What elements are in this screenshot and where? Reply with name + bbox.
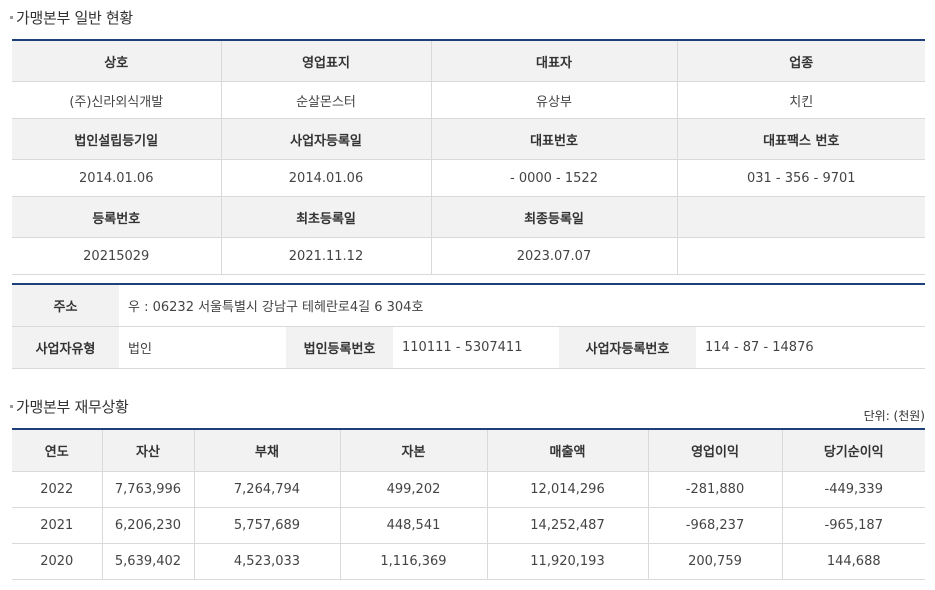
general-value-cell: - 0000 - 1522 — [431, 159, 678, 197]
finance-cell: 4,523,033 — [194, 543, 341, 580]
finance-title-text: 가맹본부 재무상황 — [16, 398, 129, 416]
business-number-label: 사업자등록번호 — [559, 326, 696, 369]
finance-header-cell: 연도 — [12, 429, 103, 472]
business-type-label: 사업자유형 — [12, 326, 119, 369]
finance-cell: 7,763,996 — [102, 471, 195, 508]
general-header-row: 법인설립등기일 사업자등록일 대표번호 대표팩스 번호 — [12, 118, 925, 160]
finance-cell: 200,759 — [648, 543, 783, 580]
corp-number-value: 110111 - 5307411 — [393, 326, 559, 369]
finance-header-cell: 당기순이익 — [782, 429, 925, 472]
general-section-title: 가맹본부 일반 현황 — [10, 7, 133, 28]
general-header-row: 등록번호 최초등록일 최종등록일 — [12, 196, 925, 238]
finance-cell: 11,920,193 — [487, 543, 649, 580]
general-info-table: 상호 영업표지 대표자 업종 (주)신라외식개발 순살몬스터 유상부 치킨 법인설립등기일 사업자… — [12, 39, 925, 275]
general-header-row: 상호 영업표지 대표자 업종 — [12, 40, 925, 82]
general-header-cell: 사업자등록일 — [221, 118, 432, 160]
finance-header-cell: 매출액 — [487, 429, 649, 472]
business-number-value: 114 - 87 - 14876 — [696, 326, 926, 369]
general-value-cell: 2021.11.12 — [221, 237, 432, 275]
general-value-cell: 2023.07.07 — [431, 237, 678, 275]
finance-cell: -449,339 — [782, 471, 925, 508]
general-value-row: 20215029 2021.11.12 2023.07.07 — [12, 237, 925, 275]
general-value-cell: 031 - 356 - 9701 — [677, 159, 925, 197]
finance-cell: 7,264,794 — [194, 471, 341, 508]
corp-number-label: 법인등록번호 — [286, 326, 393, 369]
finance-header-cell: 영업이익 — [648, 429, 783, 472]
general-header-cell — [677, 196, 925, 238]
finance-header-cell: 부채 — [194, 429, 341, 472]
finance-cell: 2021 — [12, 507, 103, 544]
finance-cell: 1,116,369 — [340, 543, 488, 580]
finance-cell: -968,237 — [648, 507, 783, 544]
finance-section-title: 가맹본부 재무상황 — [10, 396, 129, 417]
general-header-cell: 대표팩스 번호 — [677, 118, 925, 160]
finance-header-row: 연도 자산 부채 자본 매출액 영업이익 당기순이익 — [12, 429, 925, 472]
general-value-cell — [677, 237, 925, 275]
business-row: 사업자유형 법인 법인등록번호 110111 - 5307411 사업자등록번호… — [12, 326, 926, 369]
finance-cell: 2020 — [12, 543, 103, 580]
finance-row: 2021 6,206,230 5,757,689 448,541 14,252,487-… — [12, 507, 925, 544]
bullet-icon — [10, 16, 13, 19]
general-title-text: 가맹본부 일반 현황 — [16, 9, 133, 27]
general-header-cell: 대표번호 — [431, 118, 678, 160]
finance-cell: 499,202 — [340, 471, 488, 508]
general-value-cell: (주)신라외식개발 — [12, 81, 222, 119]
general-header-cell: 상호 — [12, 40, 222, 82]
address-label: 주소 — [12, 284, 119, 327]
finance-table: 연도 자산 부채 자본 매출액 영업이익 당기순이익 2022 7,763,996 7,264,7… — [12, 428, 925, 580]
general-header-cell: 법인설립등기일 — [12, 118, 222, 160]
finance-header-cell: 자산 — [102, 429, 195, 472]
address-business-table: 주소 우 : 06232 서울특별시 강남구 테헤란로4길 6 304호 사업자… — [12, 283, 926, 369]
general-header-cell: 최초등록일 — [221, 196, 432, 238]
general-header-cell: 업종 — [677, 40, 925, 82]
finance-cell: -281,880 — [648, 471, 783, 508]
address-row: 주소 우 : 06232 서울특별시 강남구 테헤란로4길 6 304호 — [12, 284, 926, 327]
bullet-icon — [10, 405, 13, 408]
finance-cell: 5,639,402 — [102, 543, 195, 580]
general-value-cell: 치킨 — [677, 81, 925, 119]
general-value-row: 2014.01.06 2014.01.06- 0000 - 1522 031 - 3… — [12, 159, 925, 197]
address-value: 우 : 06232 서울특별시 강남구 테헤란로4길 6 304호 — [119, 284, 926, 327]
finance-cell: 12,014,296 — [487, 471, 649, 508]
finance-cell: 14,252,487 — [487, 507, 649, 544]
general-value-cell: 유상부 — [431, 81, 678, 119]
general-value-cell: 2014.01.06 — [221, 159, 432, 197]
finance-cell: 448,541 — [340, 507, 488, 544]
general-value-cell: 순살몬스터 — [221, 81, 432, 119]
general-header-cell: 영업표지 — [221, 40, 432, 82]
general-value-cell: 2014.01.06 — [12, 159, 222, 197]
finance-row: 2022 7,763,996 7,264,794 499,202 12,014,296-… — [12, 471, 925, 508]
general-value-cell: 20215029 — [12, 237, 222, 275]
business-type-value: 법인 — [119, 326, 286, 369]
finance-cell: 5,757,689 — [194, 507, 341, 544]
finance-header-cell: 자본 — [340, 429, 488, 472]
finance-row: 2020 5,639,402 4,523,033 1,116,369 11,920,19… — [12, 543, 925, 580]
finance-cell: 6,206,230 — [102, 507, 195, 544]
finance-cell: -965,187 — [782, 507, 925, 544]
unit-label: 단위: (천원) — [863, 409, 925, 423]
general-header-cell: 등록번호 — [12, 196, 222, 238]
general-header-cell: 대표자 — [431, 40, 678, 82]
general-header-cell: 최종등록일 — [431, 196, 678, 238]
general-value-row: (주)신라외식개발 순살몬스터 유상부 치킨 — [12, 81, 925, 119]
finance-cell: 144,688 — [782, 543, 925, 580]
finance-cell: 2022 — [12, 471, 103, 508]
